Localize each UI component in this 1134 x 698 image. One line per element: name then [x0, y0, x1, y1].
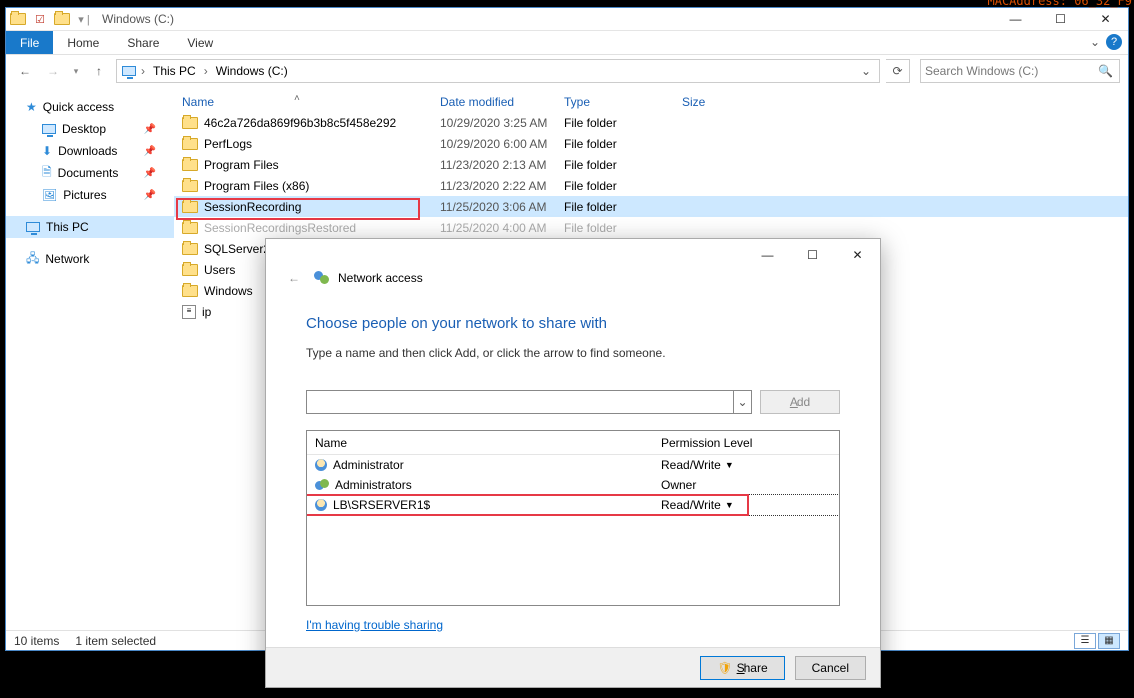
close-button[interactable]: ✕	[1083, 8, 1128, 30]
window-title: Windows (C:)	[102, 12, 174, 26]
search-icon: 🔍	[1098, 64, 1113, 78]
address-bar-row: ← → ▾ ↑ This PC Windows (C:) ⌄ ⟳ Search …	[6, 55, 1128, 87]
title-bar: ☑ ▾ | Windows (C:) — ☐ ✕	[6, 8, 1128, 31]
overlay-mac-text: MACAddress: 06_32_F9	[988, 0, 1133, 8]
dialog-maximize-button[interactable]: ☐	[790, 240, 835, 270]
shield-icon: 🛡	[717, 661, 732, 675]
column-headers[interactable]: Name Date modified Type Size	[174, 88, 1128, 112]
pin-icon: 📌	[144, 168, 156, 179]
view-icons-button[interactable]: ▦	[1098, 633, 1120, 649]
col-type[interactable]: Type	[556, 95, 674, 109]
perm-col-name[interactable]: Name	[315, 436, 661, 450]
perm-col-level[interactable]: Permission Level	[661, 436, 831, 450]
qat-folder-icon[interactable]	[54, 11, 70, 27]
dialog-title: Network access	[338, 271, 423, 285]
app-folder-icon	[10, 11, 26, 27]
share-button[interactable]: 🛡 Share	[700, 656, 784, 680]
nav-downloads[interactable]: ⬇Downloads📌	[6, 140, 174, 162]
pin-icon: 📌	[144, 190, 156, 201]
recent-dropdown[interactable]: ▾	[70, 60, 82, 82]
star-icon: ★	[26, 100, 37, 114]
nav-pictures[interactable]: 🖼Pictures📌	[6, 184, 174, 206]
tab-share[interactable]: Share	[113, 31, 173, 54]
qat-checked-icon[interactable]: ☑	[32, 11, 48, 27]
trouble-sharing-link[interactable]: I'm having trouble sharing	[306, 618, 443, 632]
dialog-close-button[interactable]: ✕	[835, 240, 880, 270]
nav-this-pc[interactable]: This PC	[6, 216, 174, 238]
tab-home[interactable]: Home	[53, 31, 113, 54]
ribbon-expand-icon[interactable]: ⌄	[1090, 35, 1100, 49]
qat-divider: ▾ |	[76, 11, 92, 27]
file-row[interactable]: SessionRecording11/25/2020 3:06 AMFile f…	[174, 196, 1128, 217]
search-placeholder: Search Windows (C:)	[925, 64, 1038, 78]
file-row[interactable]: Program Files11/23/2020 2:13 AMFile fold…	[174, 154, 1128, 175]
network-access-dialog: — ☐ ✕ ← Network access Choose people on …	[265, 238, 881, 688]
search-box[interactable]: Search Windows (C:) 🔍	[920, 59, 1120, 83]
col-name[interactable]: Name	[174, 95, 432, 109]
add-button[interactable]: Add	[760, 390, 840, 414]
file-row[interactable]: SessionRecordingsRestored11/25/2020 4:00…	[174, 217, 1128, 238]
user-combo-input[interactable]: ⌄	[306, 390, 752, 414]
up-button[interactable]: ↑	[88, 60, 110, 82]
dialog-subtext: Type a name and then click Add, or click…	[306, 346, 840, 360]
breadcrumb-bar[interactable]: This PC Windows (C:) ⌄	[116, 59, 880, 83]
cancel-button[interactable]: Cancel	[795, 656, 866, 680]
status-selected: 1 item selected	[75, 634, 156, 648]
file-row[interactable]: 46c2a726da869f96b3b8c5f458e29210/29/2020…	[174, 112, 1128, 133]
combo-dropdown-icon[interactable]: ⌄	[733, 391, 751, 413]
nav-quick-access[interactable]: ★Quick access	[6, 96, 174, 118]
pc-icon	[26, 222, 40, 232]
dialog-heading: Choose people on your network to share w…	[306, 315, 840, 332]
network-access-icon	[314, 271, 330, 285]
file-row[interactable]: PerfLogs10/29/2020 6:00 AMFile folder	[174, 133, 1128, 154]
dialog-back-button[interactable]: ←	[282, 271, 306, 285]
permission-row[interactable]: LB\SRSERVER1$Read/Write ▼	[307, 495, 839, 515]
network-icon: 🖧	[26, 249, 39, 270]
nav-documents[interactable]: 🗎Documents📌	[6, 162, 174, 184]
file-tab[interactable]: File	[6, 31, 53, 54]
download-icon: ⬇	[42, 144, 52, 158]
refresh-button[interactable]: ⟳	[886, 59, 910, 83]
minimize-button[interactable]: —	[993, 8, 1038, 30]
breadcrumb-dropdown-icon[interactable]: ⌄	[861, 64, 875, 78]
breadcrumb-pc-icon	[121, 63, 137, 79]
breadcrumb-seg-1[interactable]: This PC	[149, 64, 200, 78]
permission-row[interactable]: AdministratorsOwner	[307, 475, 839, 495]
pictures-icon: 🖼	[42, 188, 57, 202]
maximize-button[interactable]: ☐	[1038, 8, 1083, 30]
pin-icon: 📌	[144, 124, 156, 135]
ribbon-tabs: File Home Share View ⌄ ?	[6, 31, 1128, 55]
back-button[interactable]: ←	[14, 60, 36, 82]
permission-list: Name Permission Level AdministratorRead/…	[306, 430, 840, 606]
desktop-icon	[42, 124, 56, 134]
col-date[interactable]: Date modified	[432, 95, 556, 109]
forward-button[interactable]: →	[42, 60, 64, 82]
tab-view[interactable]: View	[173, 31, 227, 54]
documents-icon: 🗎	[42, 163, 52, 184]
help-icon[interactable]: ?	[1106, 34, 1122, 50]
status-count: 10 items	[14, 634, 59, 648]
col-size[interactable]: Size	[674, 95, 754, 109]
permission-row[interactable]: AdministratorRead/Write ▼	[307, 455, 839, 475]
nav-desktop[interactable]: Desktop📌	[6, 118, 174, 140]
view-details-button[interactable]: ☰	[1074, 633, 1096, 649]
nav-pane: ★Quick access Desktop📌 ⬇Downloads📌 🗎Docu…	[6, 88, 174, 630]
dialog-minimize-button[interactable]: —	[745, 240, 790, 270]
file-row[interactable]: Program Files (x86)11/23/2020 2:22 AMFil…	[174, 175, 1128, 196]
breadcrumb-seg-2[interactable]: Windows (C:)	[212, 64, 292, 78]
nav-network[interactable]: 🖧Network	[6, 248, 174, 270]
pin-icon: 📌	[144, 146, 156, 157]
